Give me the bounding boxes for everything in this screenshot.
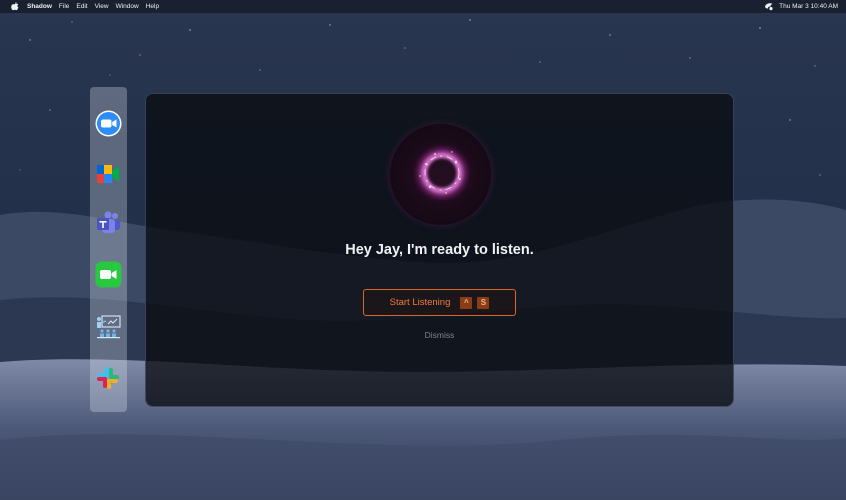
dock-app-slack[interactable] bbox=[94, 364, 122, 392]
s-key-badge: S bbox=[477, 296, 490, 309]
zoom-icon bbox=[95, 110, 121, 136]
menu-view[interactable]: View bbox=[95, 3, 109, 10]
orb-glow-icon bbox=[412, 143, 472, 203]
menubar-clock[interactable]: Thu Mar 3 10:40 AM bbox=[779, 3, 838, 10]
google-meet-icon bbox=[97, 165, 119, 183]
dock-app-teams[interactable] bbox=[94, 209, 122, 237]
menu-file[interactable]: File bbox=[59, 3, 69, 10]
shadow-status-icon[interactable] bbox=[764, 2, 774, 11]
dock-app-zoom[interactable] bbox=[94, 109, 122, 137]
start-listening-button[interactable]: Start Listening ^ S bbox=[363, 289, 516, 316]
slack-icon bbox=[97, 367, 119, 389]
menu-edit[interactable]: Edit bbox=[76, 3, 87, 10]
menu-app-name[interactable]: Shadow bbox=[27, 3, 52, 10]
menu-bar: Shadow File Edit View Window Help Thu Ma… bbox=[0, 0, 846, 13]
assistant-panel: Hey Jay, I'm ready to listen. Start List… bbox=[145, 93, 734, 407]
dock-app-facetime[interactable] bbox=[94, 260, 122, 288]
dock-app-presentation[interactable] bbox=[94, 312, 122, 340]
dismiss-button[interactable]: Dismiss bbox=[146, 330, 733, 340]
dock-app-google-meet[interactable] bbox=[94, 160, 122, 188]
app-dock bbox=[90, 87, 127, 412]
facetime-icon bbox=[95, 261, 121, 287]
menu-help[interactable]: Help bbox=[146, 3, 159, 10]
menu-window[interactable]: Window bbox=[116, 3, 139, 10]
menubar-status-area: Thu Mar 3 10:40 AM bbox=[764, 2, 838, 11]
listening-orb bbox=[390, 124, 491, 225]
teams-icon bbox=[97, 211, 120, 233]
presentation-icon bbox=[97, 314, 121, 338]
control-key-badge: ^ bbox=[460, 296, 473, 309]
greeting-text: Hey Jay, I'm ready to listen. bbox=[345, 242, 534, 258]
start-listening-label: Start Listening bbox=[389, 297, 451, 308]
apple-icon[interactable] bbox=[11, 2, 19, 11]
